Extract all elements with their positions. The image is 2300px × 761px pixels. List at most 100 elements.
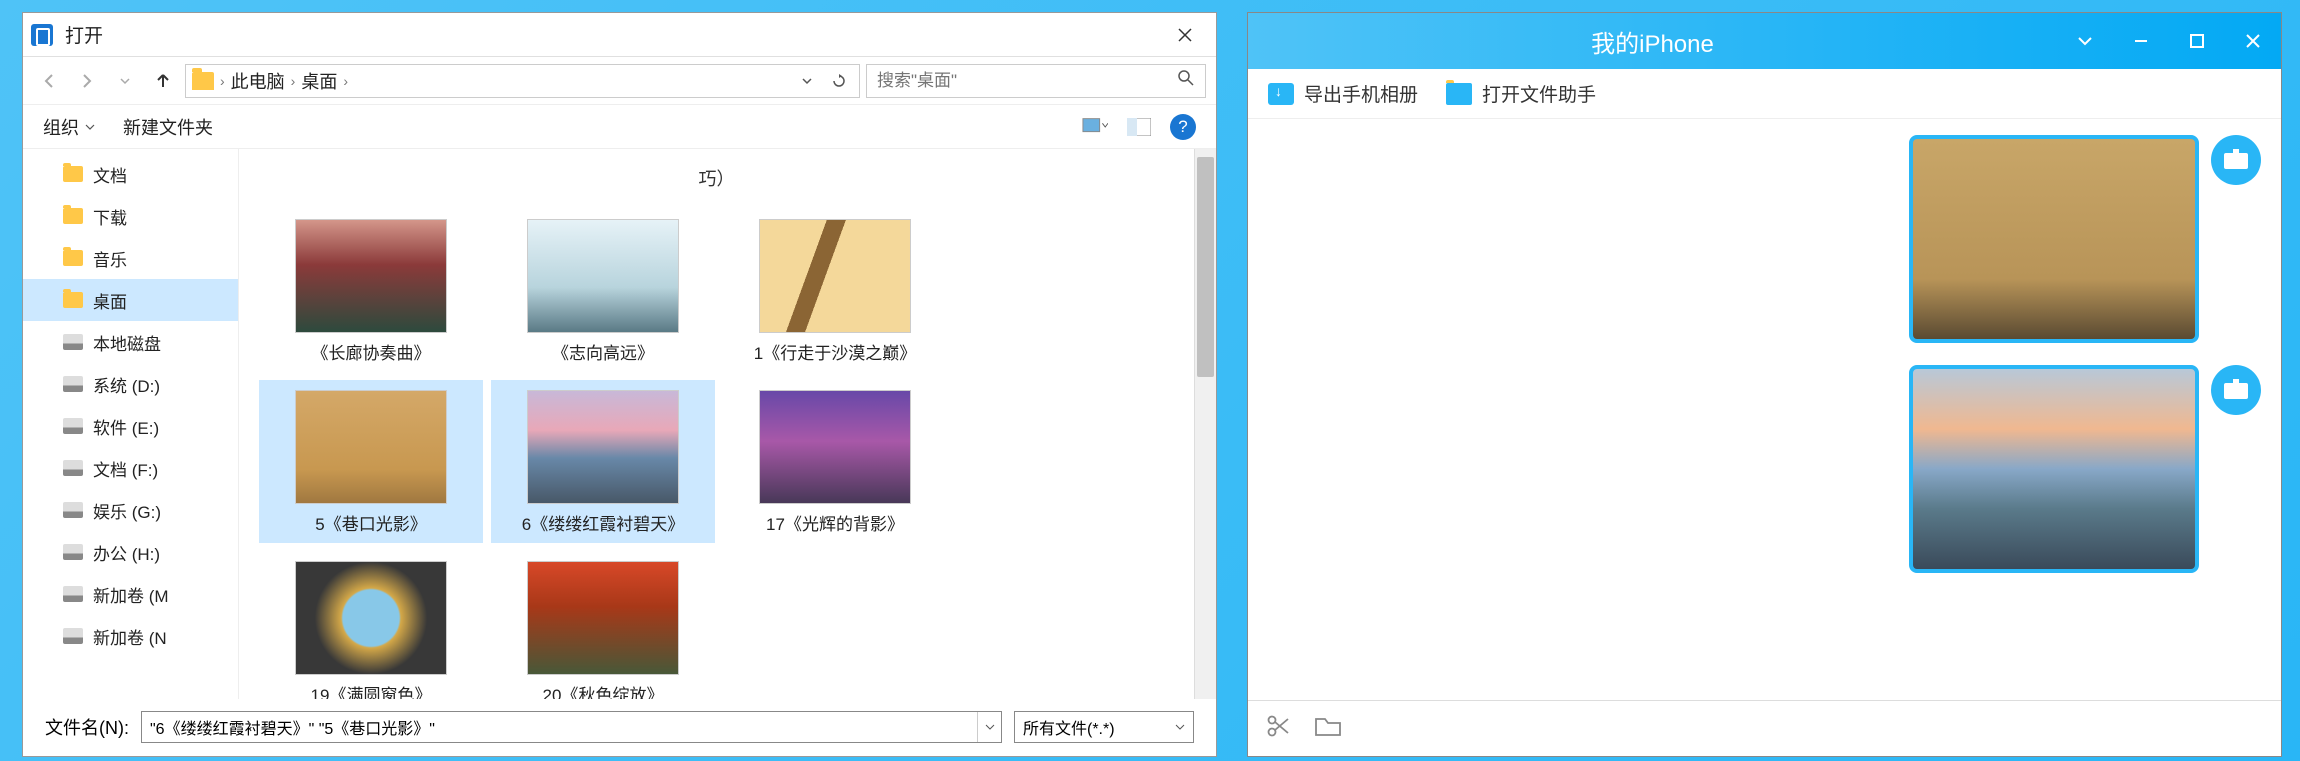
close-icon xyxy=(1177,27,1193,43)
file-item[interactable]: 19《满圆窗色》 xyxy=(259,551,483,699)
nav-fwd-button[interactable] xyxy=(71,65,103,97)
search-box[interactable] xyxy=(866,64,1206,98)
sidebar: 文档下载音乐桌面本地磁盘系统 (D:) 软件 (E:) 文档 (F:) 娱乐 (G:)… xyxy=(23,149,239,699)
sidebar-item[interactable]: 系统 (D:) xyxy=(23,363,238,405)
nav-back-button[interactable] xyxy=(33,65,65,97)
export-icon xyxy=(1268,83,1294,105)
sidebar-item[interactable]: 桌面 xyxy=(23,279,238,321)
drive-icon xyxy=(63,376,83,392)
addr-dropdown[interactable] xyxy=(793,66,821,96)
dialog-close-button[interactable] xyxy=(1162,19,1208,51)
message-avatar xyxy=(2211,365,2261,415)
chat-dropdown-button[interactable] xyxy=(2057,13,2113,69)
help-button[interactable]: ? xyxy=(1170,114,1196,140)
sidebar-item[interactable]: 软件 (E:) xyxy=(23,405,238,447)
organize-menu[interactable]: 组织 xyxy=(43,114,95,140)
file-label: 《长廊协奏曲》 xyxy=(267,343,475,366)
sidebar-item[interactable]: 娱乐 (G:) xyxy=(23,489,238,531)
file-thumbnail xyxy=(527,561,679,675)
sidebar-item-label: 系统 (D:) xyxy=(93,372,160,397)
search-icon[interactable] xyxy=(1177,69,1195,92)
file-label: 5《巷口光影》 xyxy=(267,514,475,537)
nav-up-button[interactable] xyxy=(147,65,179,97)
sidebar-item-label: 本地磁盘 xyxy=(93,330,161,355)
file-label: 20《秋色绽放》 xyxy=(499,685,707,699)
dialog-titlebar: 打开 xyxy=(23,13,1216,57)
chat-input-toolbar xyxy=(1248,700,2281,756)
drive-icon xyxy=(63,586,83,602)
chat-close-button[interactable] xyxy=(2225,13,2281,69)
drive-icon xyxy=(63,628,83,644)
view-mode-button[interactable] xyxy=(1082,117,1108,137)
drive-icon xyxy=(63,418,83,434)
scrollbar-thumb[interactable] xyxy=(1197,157,1214,377)
sidebar-item-label: 文档 (F:) xyxy=(93,456,158,481)
sidebar-item[interactable]: 新加卷 (N xyxy=(23,615,238,657)
message-image[interactable] xyxy=(1909,365,2199,573)
chat-minimize-button[interactable] xyxy=(2113,13,2169,69)
drive-icon xyxy=(63,502,83,518)
addr-refresh[interactable] xyxy=(825,66,853,96)
file-item[interactable]: 6《缕缕红霞衬碧天》 xyxy=(491,380,715,543)
file-label: 17《光辉的背影》 xyxy=(731,514,939,537)
sidebar-item-label: 音乐 xyxy=(93,246,127,271)
message-image[interactable] xyxy=(1909,135,2199,343)
filetype-select[interactable]: 所有文件(*.*) xyxy=(1014,711,1194,743)
address-bar[interactable]: › 此电脑 › 桌面 › xyxy=(185,64,860,98)
scissors-icon[interactable] xyxy=(1266,713,1292,744)
export-album-button[interactable]: 导出手机相册 xyxy=(1268,80,1418,107)
open-file-helper-button[interactable]: 打开文件助手 xyxy=(1446,80,1596,107)
file-thumbnail xyxy=(295,561,447,675)
sidebar-item[interactable]: 文档 (F:) xyxy=(23,447,238,489)
sidebar-item[interactable]: 办公 (H:) xyxy=(23,531,238,573)
filename-input[interactable] xyxy=(142,718,977,736)
scrollbar[interactable] xyxy=(1194,149,1216,699)
nav-bar: › 此电脑 › 桌面 › xyxy=(23,57,1216,105)
breadcrumb-sep: › xyxy=(291,73,296,89)
dialog-title: 打开 xyxy=(65,21,1162,48)
filetype-label: 所有文件(*.*) xyxy=(1023,715,1115,739)
dialog-body: 文档下载音乐桌面本地磁盘系统 (D:) 软件 (E:) 文档 (F:) 娱乐 (G:)… xyxy=(23,149,1216,699)
dialog-bottom: 文件名(N): 所有文件(*.*) xyxy=(23,699,1216,755)
sidebar-item-label: 软件 (E:) xyxy=(93,414,159,439)
sidebar-item[interactable]: 本地磁盘 xyxy=(23,321,238,363)
breadcrumb-sep: › xyxy=(220,73,225,89)
search-input[interactable] xyxy=(877,71,1177,91)
newfolder-button[interactable]: 新建文件夹 xyxy=(123,114,213,140)
sidebar-item[interactable]: 下载 xyxy=(23,195,238,237)
folder-icon xyxy=(63,208,83,224)
file-item[interactable]: 17《光辉的背影》 xyxy=(723,380,947,543)
folder-icon xyxy=(63,250,83,266)
file-item[interactable]: 《志向高远》 xyxy=(491,209,715,372)
sidebar-item-label: 新加卷 (N xyxy=(93,624,167,649)
chat-message xyxy=(1264,135,2261,343)
breadcrumb-2[interactable]: 桌面 xyxy=(301,68,337,94)
folder-open-icon[interactable] xyxy=(1314,715,1342,742)
chevron-down-icon xyxy=(1175,722,1185,732)
folder-icon xyxy=(63,292,83,308)
sidebar-item-label: 下载 xyxy=(93,204,127,229)
sidebar-item[interactable]: 文档 xyxy=(23,153,238,195)
filename-combo[interactable] xyxy=(141,711,1002,743)
sidebar-item[interactable]: 新加卷 (M xyxy=(23,573,238,615)
folder-icon xyxy=(192,72,214,90)
filename-dropdown[interactable] xyxy=(977,712,1001,742)
sidebar-item-label: 办公 (H:) xyxy=(93,540,160,565)
file-item[interactable]: 《长廊协奏曲》 xyxy=(259,209,483,372)
file-item[interactable]: 1《行走于沙漠之巅》 xyxy=(723,209,947,372)
preview-pane-button[interactable] xyxy=(1126,117,1152,137)
file-item[interactable]: 5《巷口光影》 xyxy=(259,380,483,543)
breadcrumb-1[interactable]: 此电脑 xyxy=(231,68,285,94)
message-avatar xyxy=(2211,135,2261,185)
chat-messages[interactable] xyxy=(1248,119,2281,700)
chat-titlebar: 我的iPhone xyxy=(1248,13,2281,69)
sidebar-item-label: 新加卷 (M xyxy=(93,582,169,607)
folder-icon xyxy=(63,166,83,182)
dialog-app-icon xyxy=(31,24,53,46)
file-item[interactable]: 20《秋色绽放》 xyxy=(491,551,715,699)
chat-maximize-button[interactable] xyxy=(2169,13,2225,69)
chat-title: 我的iPhone xyxy=(1248,24,2057,59)
sidebar-item[interactable]: 音乐 xyxy=(23,237,238,279)
nav-history-dropdown[interactable] xyxy=(109,65,141,97)
drive-icon xyxy=(63,544,83,560)
